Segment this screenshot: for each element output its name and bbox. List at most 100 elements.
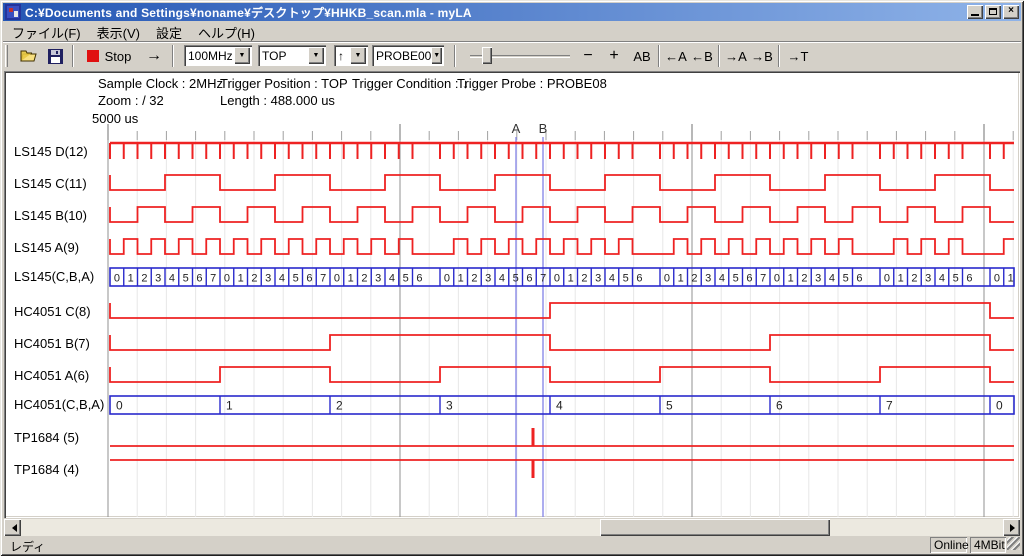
chevron-down-icon[interactable]: ▼ — [350, 47, 366, 64]
maximize-button[interactable] — [985, 5, 1001, 19]
bus-4-value: 0 — [444, 273, 450, 285]
bus-4-value: 2 — [141, 273, 147, 285]
chevron-down-icon[interactable]: ▼ — [431, 47, 442, 64]
horizontal-scrollbar[interactable] — [4, 519, 1020, 536]
app-window: C:¥Documents and Settings¥noname¥デスクトップ¥… — [0, 0, 1024, 556]
zoom-slider-handle[interactable] — [482, 47, 492, 64]
bus-4-value: 0 — [994, 273, 1000, 285]
goto-marker-b-right-button[interactable]: →B — [750, 44, 774, 68]
toolbar-grip[interactable] — [5, 45, 8, 67]
toolbar: Stop → 100MHz ▼ TOP ▼ ↑ ▼ PROBE00 ▼ − + … — [4, 44, 1020, 70]
bus-8-value: 1 — [226, 399, 233, 413]
stop-icon — [87, 50, 99, 62]
goto-marker-a-left-button[interactable]: ←A — [664, 44, 688, 68]
bus-4-value: 7 — [540, 273, 546, 285]
window-title: C:¥Documents and Settings¥noname¥デスクトップ¥… — [25, 4, 472, 21]
bus-4-value: 0 — [884, 273, 890, 285]
bus-4-value: 2 — [251, 273, 257, 285]
title-bar[interactable]: C:¥Documents and Settings¥noname¥デスクトップ¥… — [3, 3, 1021, 21]
bus-4-frame — [110, 268, 1014, 286]
trigger-position-combo[interactable]: TOP ▼ — [258, 45, 326, 66]
waveform-1 — [110, 175, 1014, 190]
bus-8-value: 4 — [556, 399, 563, 413]
bus-4-value: 3 — [925, 273, 931, 285]
stop-button[interactable]: Stop — [82, 44, 136, 68]
bus-4-value: 6 — [416, 273, 422, 285]
app-icon — [5, 4, 21, 20]
bus-4-value: 2 — [801, 273, 807, 285]
bus-4-value: 4 — [829, 273, 835, 285]
menu-view[interactable]: 表示(V) — [89, 22, 148, 43]
bus-8-value: 5 — [666, 399, 673, 413]
marker-label-A: A — [512, 121, 521, 136]
waveform-area: Sample Clock : 2MHz Zoom : / 32 Trigger … — [4, 71, 1020, 518]
waveform-0-strobes — [110, 143, 1004, 159]
bus-4-value: 6 — [856, 273, 862, 285]
bus-4-value: 5 — [513, 273, 519, 285]
menu-settings[interactable]: 設定 — [148, 22, 190, 43]
bus-4-value: 0 — [334, 273, 340, 285]
trigger-probe-combo[interactable]: PROBE00 ▼ — [372, 45, 444, 66]
menu-bar: ファイル(F) 表示(V) 設定 ヘルプ(H) — [4, 23, 1020, 41]
bus-4-value: 4 — [939, 273, 945, 285]
bus-4-value: 3 — [485, 273, 491, 285]
bus-4-value: 5 — [623, 273, 629, 285]
zoom-ab-button[interactable]: AB — [630, 44, 654, 68]
bus-4-value: 1 — [1008, 273, 1014, 285]
bus-4-value: 4 — [389, 273, 395, 285]
bus-4-value: 4 — [499, 273, 505, 285]
bus-8-value: 7 — [886, 399, 893, 413]
bus-4-value: 3 — [375, 273, 381, 285]
bus-4-value: 2 — [361, 273, 367, 285]
goto-trigger-button[interactable]: →T — [786, 44, 810, 68]
bus-4-value: 6 — [746, 273, 752, 285]
bus-4-value: 1 — [348, 273, 354, 285]
minimize-button[interactable] — [967, 5, 983, 19]
resize-grip[interactable] — [1007, 537, 1020, 550]
menu-help[interactable]: ヘルプ(H) — [190, 22, 263, 43]
bus-4-value: 3 — [595, 273, 601, 285]
bus-4-value: 0 — [554, 273, 560, 285]
waveform-2 — [110, 207, 1014, 222]
trigger-edge-combo[interactable]: ↑ ▼ — [334, 45, 368, 66]
bus-4-value: 1 — [788, 273, 794, 285]
save-button[interactable] — [44, 44, 66, 68]
bus-8-value: 3 — [446, 399, 453, 413]
menu-file[interactable]: ファイル(F) — [4, 22, 89, 43]
goto-marker-a-right-button[interactable]: →A — [724, 44, 748, 68]
bus-8-value: 2 — [336, 399, 343, 413]
run-button[interactable]: → — [142, 44, 166, 68]
bus-8-value: 0 — [996, 399, 1003, 413]
bus-4-value: 0 — [664, 273, 670, 285]
bus-4-value: 6 — [306, 273, 312, 285]
chevron-down-icon[interactable]: ▼ — [308, 47, 324, 64]
bus-4-value: 4 — [169, 273, 175, 285]
scroll-right-button[interactable] — [1003, 519, 1020, 536]
bus-4-value: 7 — [320, 273, 326, 285]
sample-clock-combo[interactable]: 100MHz ▼ — [184, 45, 252, 66]
bus-4-value: 3 — [815, 273, 821, 285]
marker-label-B: B — [539, 121, 548, 136]
waveform-plot[interactable]: AB01234567012345670123456012345670123456… — [4, 71, 1020, 518]
bus-4-value: 5 — [953, 273, 959, 285]
bus-4-value: 6 — [966, 273, 972, 285]
waveform-5 — [110, 303, 1014, 318]
zoom-out-button[interactable]: − — [578, 44, 598, 68]
menu-separator — [3, 41, 1021, 43]
scroll-left-button[interactable] — [4, 519, 21, 536]
goto-marker-b-left-button[interactable]: ←B — [690, 44, 714, 68]
waveform-7 — [110, 367, 1014, 382]
bus-4-value: 1 — [678, 273, 684, 285]
close-button[interactable]: × — [1003, 5, 1019, 19]
waveform-3 — [110, 239, 1014, 254]
chevron-down-icon[interactable]: ▼ — [234, 47, 250, 64]
bus-4-value: 2 — [471, 273, 477, 285]
scrollbar-thumb[interactable] — [600, 519, 830, 536]
zoom-in-button[interactable]: + — [604, 44, 624, 68]
bus-8-value: 6 — [776, 399, 783, 413]
open-button[interactable] — [18, 44, 40, 68]
bus-4-value: 1 — [568, 273, 574, 285]
bus-4-value: 1 — [128, 273, 134, 285]
bus-4-value: 4 — [279, 273, 285, 285]
bus-4-value: 0 — [114, 273, 120, 285]
